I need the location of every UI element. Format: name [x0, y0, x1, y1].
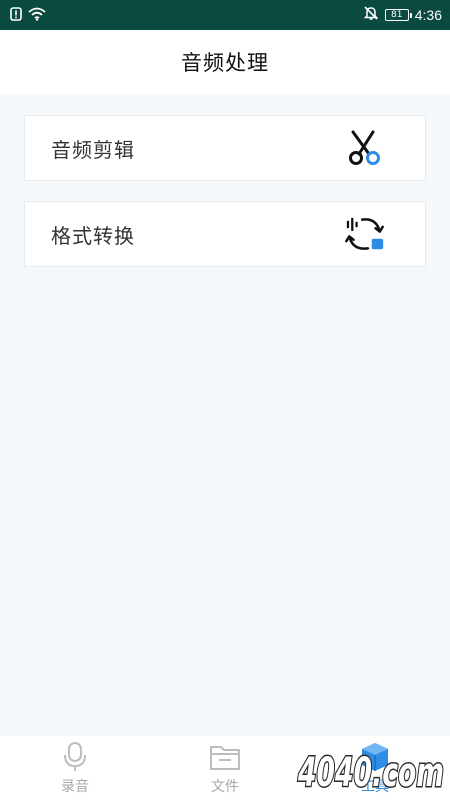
scissors-icon: [343, 126, 387, 170]
status-right: 81 4:36: [363, 5, 442, 25]
page-title: 音频处理: [181, 51, 269, 75]
status-bar: 81 4:36: [0, 0, 450, 30]
mute-bell-icon: [363, 5, 379, 25]
audio-cut-label: 音频剪辑: [51, 137, 135, 162]
folder-icon: [208, 740, 242, 774]
nav-label-record: 录音: [61, 779, 89, 795]
convert-icon: [343, 212, 387, 256]
microphone-icon: [58, 740, 92, 774]
format-convert-card[interactable]: 格式转换: [24, 201, 426, 267]
watermark-text: 4040.com: [297, 750, 444, 796]
status-time: 4:36: [414, 7, 442, 23]
battery-indicator: 81: [384, 9, 412, 21]
nav-item-files[interactable]: 文件: [150, 736, 300, 800]
notification-icon: [10, 6, 22, 25]
header: 音频处理: [0, 30, 450, 94]
wifi-icon: [28, 6, 46, 25]
format-convert-label: 格式转换: [51, 223, 135, 248]
audio-cut-card[interactable]: 音频剪辑: [24, 115, 426, 181]
nav-item-record[interactable]: 录音: [0, 736, 150, 800]
status-left: [10, 6, 46, 25]
nav-label-files: 文件: [211, 779, 239, 795]
watermark-logo: 4040.com: [296, 744, 446, 798]
